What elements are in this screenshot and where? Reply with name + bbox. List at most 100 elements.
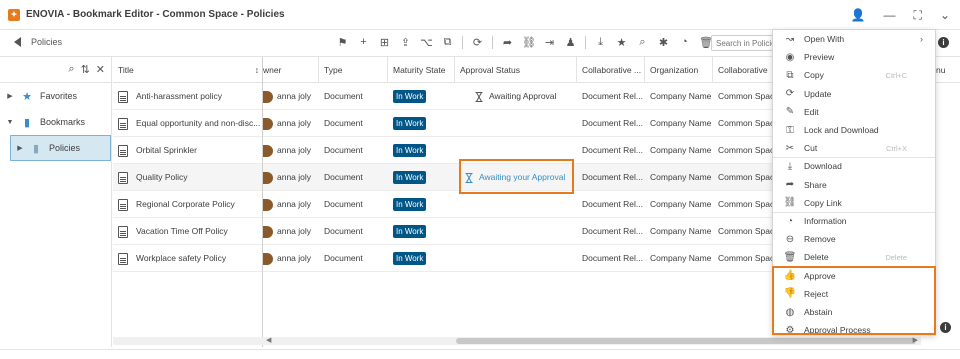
link-icon[interactable]: ⛓ xyxy=(522,36,536,49)
back-label: Policies xyxy=(31,37,63,47)
maturity-badge[interactable]: In Work xyxy=(393,225,427,239)
menu-item-label: Information xyxy=(804,216,847,226)
column-header-type[interactable]: Type xyxy=(319,57,388,83)
minimize-icon[interactable]: — xyxy=(884,8,896,22)
sort-icon[interactable]: ↕ xyxy=(255,57,259,83)
cell-collab-space: Document Rel... xyxy=(582,118,643,128)
menu-item-preview[interactable]: ◉ Preview xyxy=(773,48,935,66)
chevron-down-icon[interactable]: ⌄ xyxy=(940,8,950,22)
menu-item-remove[interactable]: ⊖ Remove xyxy=(773,230,935,248)
menu-item-copy[interactable]: ⧉ Copy Ctrl+C xyxy=(773,66,935,84)
menu-item-download[interactable]: ⤓ Download xyxy=(773,157,935,175)
cell-type: Document xyxy=(324,253,363,263)
info-icon[interactable]: i xyxy=(938,37,949,48)
upload-icon[interactable]: ⇪ xyxy=(399,36,412,49)
table-row[interactable]: Workplace safety Policy anna joly Document… xyxy=(113,245,773,272)
cell-owner: anna joly xyxy=(263,137,319,164)
maturity-badge[interactable]: In Work xyxy=(393,90,427,104)
transfer-owner-icon[interactable]: ♟ xyxy=(564,36,577,49)
binoculars-icon[interactable]: ⌕ xyxy=(68,63,74,76)
owner-name: anna joly xyxy=(277,199,312,209)
table-row[interactable]: Anti-harassment policy anna joly Document I… xyxy=(113,83,773,110)
search-input[interactable] xyxy=(711,35,773,51)
menu-item-lock-and-download[interactable]: ⚿ Lock and Download xyxy=(773,121,935,139)
column-header-owner[interactable]: wner xyxy=(263,57,319,83)
document-title[interactable]: Regional Corporate Policy xyxy=(136,199,235,209)
menu-item-edit[interactable]: ✎ Edit xyxy=(773,103,935,121)
cell-owner: anna joly xyxy=(263,245,319,272)
star-icon[interactable]: ★ xyxy=(615,36,628,49)
maturity-icon[interactable]: ✱ xyxy=(657,36,670,49)
column-header-collaborative[interactable]: Collaborative xyxy=(713,57,773,83)
back-button[interactable]: Policies xyxy=(14,37,62,47)
maturity-badge[interactable]: In Work xyxy=(393,198,427,212)
hierarchy-icon[interactable]: ⌥ xyxy=(420,36,433,49)
info-icon[interactable]: i xyxy=(940,322,951,333)
column-header-organization[interactable]: Organization xyxy=(645,57,713,83)
menu-item-delete[interactable]: 🗑 Delete Delete xyxy=(773,248,935,266)
refresh-icon: ⟳ xyxy=(785,88,795,100)
maturity-badge[interactable]: In Work xyxy=(393,117,427,131)
table-row[interactable]: Vacation Time Off Policy anna joly Documen… xyxy=(113,218,773,245)
maximize-icon[interactable]: ⛶ xyxy=(914,8,922,23)
binoculars-icon[interactable]: ⌕ xyxy=(636,36,649,49)
maturity-badge[interactable]: In Work xyxy=(393,144,427,158)
document-title[interactable]: Quality Policy xyxy=(136,172,188,182)
cell-organization: Company Name xyxy=(650,172,712,182)
table-row[interactable]: Quality Policy anna joly Document In Work Aw… xyxy=(113,164,773,191)
cell-maturity: In Work xyxy=(388,110,455,137)
cell-maturity: In Work xyxy=(388,218,455,245)
maturity-badge[interactable]: In Work xyxy=(393,252,427,266)
column-header-approval[interactable]: Approval Status xyxy=(455,57,577,83)
close-icon[interactable]: ✕ xyxy=(96,63,105,76)
collapse-icon[interactable]: ▼ xyxy=(0,119,20,126)
menu-item-cut[interactable]: ✂ Cut Ctrl+X xyxy=(773,139,935,157)
document-icon xyxy=(118,144,128,157)
tree-item-policies[interactable]: ▶ ▮ Policies xyxy=(10,135,111,161)
menu-shortcut: Ctrl+X xyxy=(885,143,907,153)
footer-divider xyxy=(0,349,960,350)
cell-collab: Common Spac xyxy=(718,91,773,101)
tree-item-bookmarks[interactable]: ▼ ▮ Bookmarks xyxy=(0,109,111,135)
column-header-title[interactable]: Title ↕ xyxy=(113,57,263,83)
menu-item-copy-link[interactable]: ⛓ Copy Link xyxy=(773,194,935,212)
cell-maturity: In Work xyxy=(388,137,455,164)
menu-item-update[interactable]: ⟳ Update xyxy=(773,85,935,103)
menu-item-open-with[interactable]: ↝ Open With › xyxy=(773,30,935,48)
menu-item-information[interactable]: ◔ Information xyxy=(773,212,935,230)
scroll-left-icon[interactable]: ◀ xyxy=(266,337,271,345)
maturity-badge[interactable]: In Work xyxy=(393,171,427,185)
tree-item-favorites[interactable]: ▶ ★ Favorites xyxy=(0,83,111,109)
download-icon[interactable]: ⤓ xyxy=(594,36,607,49)
approval-status[interactable]: Awaiting your Approval xyxy=(479,172,565,182)
column-header-partial: nu xyxy=(936,57,960,83)
menu-item-share[interactable]: ➦ Share xyxy=(773,176,935,194)
document-title[interactable]: Orbital Sprinkler xyxy=(136,145,197,155)
table-row[interactable]: Equal opportunity and non-disc... anna jo… xyxy=(113,110,773,137)
star-icon: ★ xyxy=(22,90,32,103)
column-header-collab-space[interactable]: Collaborative ... xyxy=(577,57,645,83)
table-row[interactable]: Regional Corporate Policy anna joly Docume… xyxy=(113,191,773,218)
avatar xyxy=(263,225,273,238)
column-header-maturity[interactable]: Maturity State xyxy=(388,57,455,83)
expand-icon[interactable]: ▶ xyxy=(0,92,20,100)
document-title[interactable]: Anti-harassment policy xyxy=(136,91,222,101)
user-settings-icon[interactable]: 👤 xyxy=(851,8,866,22)
duplicate-icon[interactable]: ⧉ xyxy=(441,36,454,49)
bookmark-add-icon[interactable]: ⚑ xyxy=(336,36,349,49)
document-title[interactable]: Equal opportunity and non-disc... xyxy=(136,118,260,128)
info-pie-icon[interactable]: ◔ xyxy=(678,36,691,49)
sort-icon[interactable]: ⇅ xyxy=(81,63,90,76)
table-row[interactable]: Orbital Sprinkler anna joly Document In Wor… xyxy=(113,137,773,164)
window-title: ENOVIA - Bookmark Editor - Common Space … xyxy=(26,9,285,20)
document-title[interactable]: Workplace safety Policy xyxy=(136,253,226,263)
move-icon[interactable]: ⇥ xyxy=(543,36,556,49)
document-title[interactable]: Vacation Time Off Policy xyxy=(136,226,228,236)
plus-icon[interactable]: + xyxy=(357,36,370,49)
expand-icon[interactable]: ▶ xyxy=(11,144,29,152)
cell-maturity: In Work xyxy=(388,191,455,218)
import-icon[interactable]: ⊞ xyxy=(378,36,391,49)
sync-icon[interactable]: ⟳ xyxy=(471,36,484,49)
share-icon[interactable]: ➦ xyxy=(501,36,514,49)
cell-approval: Awaiting your Approval xyxy=(455,164,577,191)
